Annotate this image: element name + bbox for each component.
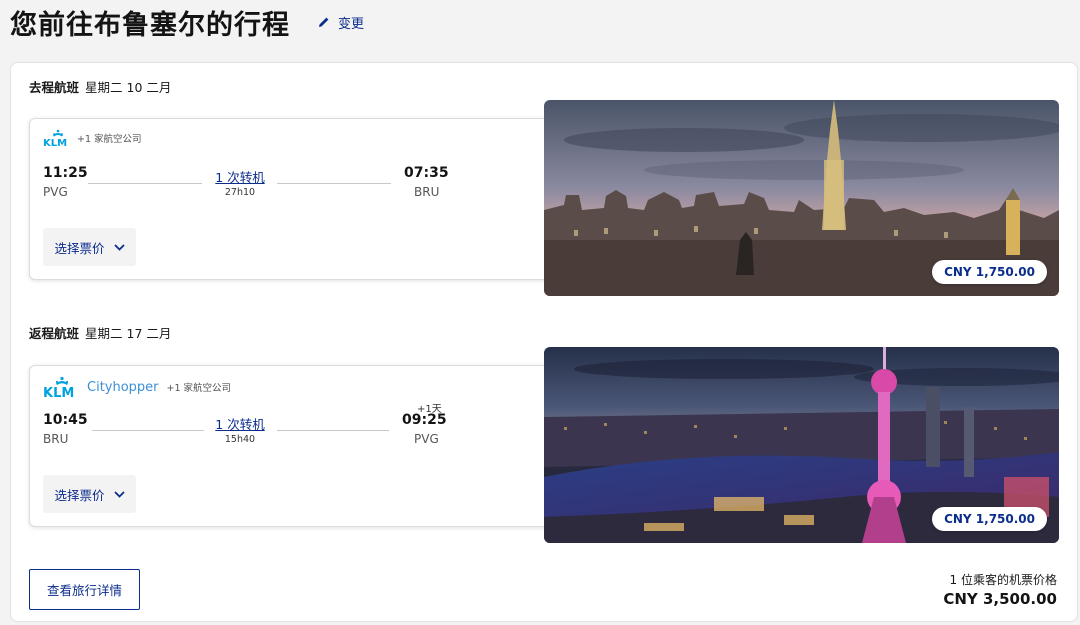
pencil-icon (319, 17, 329, 27)
outbound-date: 星期二 10 二月 (85, 80, 172, 95)
edit-trip-link[interactable]: 变更 (318, 13, 364, 32)
chevron-down-icon (113, 243, 125, 251)
outbound-duration: 27h10 (224, 187, 256, 198)
klm-logo-icon: KLM (43, 376, 74, 398)
inbound-leg-label: 返程航班 星期二 17 二月 (29, 323, 171, 342)
itinerary-card: 去程航班 星期二 10 二月 KLM +1 家航空公司 11:25 PVG 1 次… (10, 62, 1078, 622)
outbound-flight-box: KLM +1 家航空公司 11:25 PVG 1 次转机 27h10 07:35… (29, 118, 551, 280)
brussels-image: CNY 1,750.00 (544, 100, 1059, 296)
inbound-airline-cityhopper: Cityhopper (87, 379, 159, 395)
inbound-depart-time: 10:45 (43, 412, 88, 428)
inbound-arrive-time: 09:25 (402, 412, 447, 428)
outbound-leg-label: 去程航班 星期二 10 二月 (29, 77, 171, 96)
total-price: CNY 3,500.00 (943, 590, 1057, 608)
outbound-label: 去程航班 (29, 80, 80, 95)
inbound-route-line-left (92, 430, 204, 431)
outbound-depart-code: PVG (43, 185, 68, 199)
inbound-duration: 15h40 (224, 434, 256, 445)
edit-label: 变更 (338, 16, 365, 32)
page-header: 您前往布鲁塞尔的行程 变更 (10, 0, 364, 44)
inbound-airline: KLM Cityhopper +1 家航空公司 (43, 376, 231, 398)
page-title: 您前往布鲁塞尔的行程 (10, 9, 290, 41)
inbound-flight-box: KLM Cityhopper +1 家航空公司 +1天 10:45 BRU 1 … (29, 365, 551, 527)
klm-logo-text: KLM (43, 386, 74, 398)
inbound-price-badge: CNY 1,750.00 (932, 507, 1047, 531)
outbound-select-fare-button[interactable]: 选择票价 (43, 228, 136, 266)
outbound-fare-label: 选择票价 (54, 240, 105, 256)
inbound-depart-code: BRU (43, 432, 69, 446)
chevron-down-icon (113, 490, 125, 498)
outbound-depart-time: 11:25 (43, 165, 88, 181)
outbound-arrive-time: 07:35 (404, 165, 449, 181)
inbound-label: 返程航班 (29, 326, 80, 341)
outbound-stops-link[interactable]: 1 次转机 (200, 167, 280, 186)
outbound-airline-extra: +1 家航空公司 (77, 134, 142, 145)
inbound-airline-extra: +1 家航空公司 (166, 383, 232, 394)
outbound-route-line-right (277, 183, 391, 184)
outbound-route-line-left (88, 183, 202, 184)
outbound-arrive-code: BRU (414, 185, 440, 199)
shanghai-image: CNY 1,750.00 (544, 347, 1059, 543)
inbound-arrive-code: PVG (414, 432, 439, 446)
view-trip-details-button[interactable]: 查看旅行详情 (29, 569, 140, 610)
outbound-airline: KLM +1 家航空公司 (43, 129, 142, 147)
inbound-date: 星期二 17 二月 (85, 326, 172, 341)
outbound-price-badge: CNY 1,750.00 (932, 260, 1047, 284)
inbound-stops-link[interactable]: 1 次转机 (200, 414, 280, 433)
inbound-fare-label: 选择票价 (54, 487, 105, 503)
inbound-route-line-right (277, 430, 389, 431)
total-price-label: 1 位乘客的机票价格 (949, 573, 1057, 587)
klm-logo-icon: KLM (43, 129, 67, 147)
klm-logo-text: KLM (43, 138, 67, 147)
inbound-select-fare-button[interactable]: 选择票价 (43, 475, 136, 513)
